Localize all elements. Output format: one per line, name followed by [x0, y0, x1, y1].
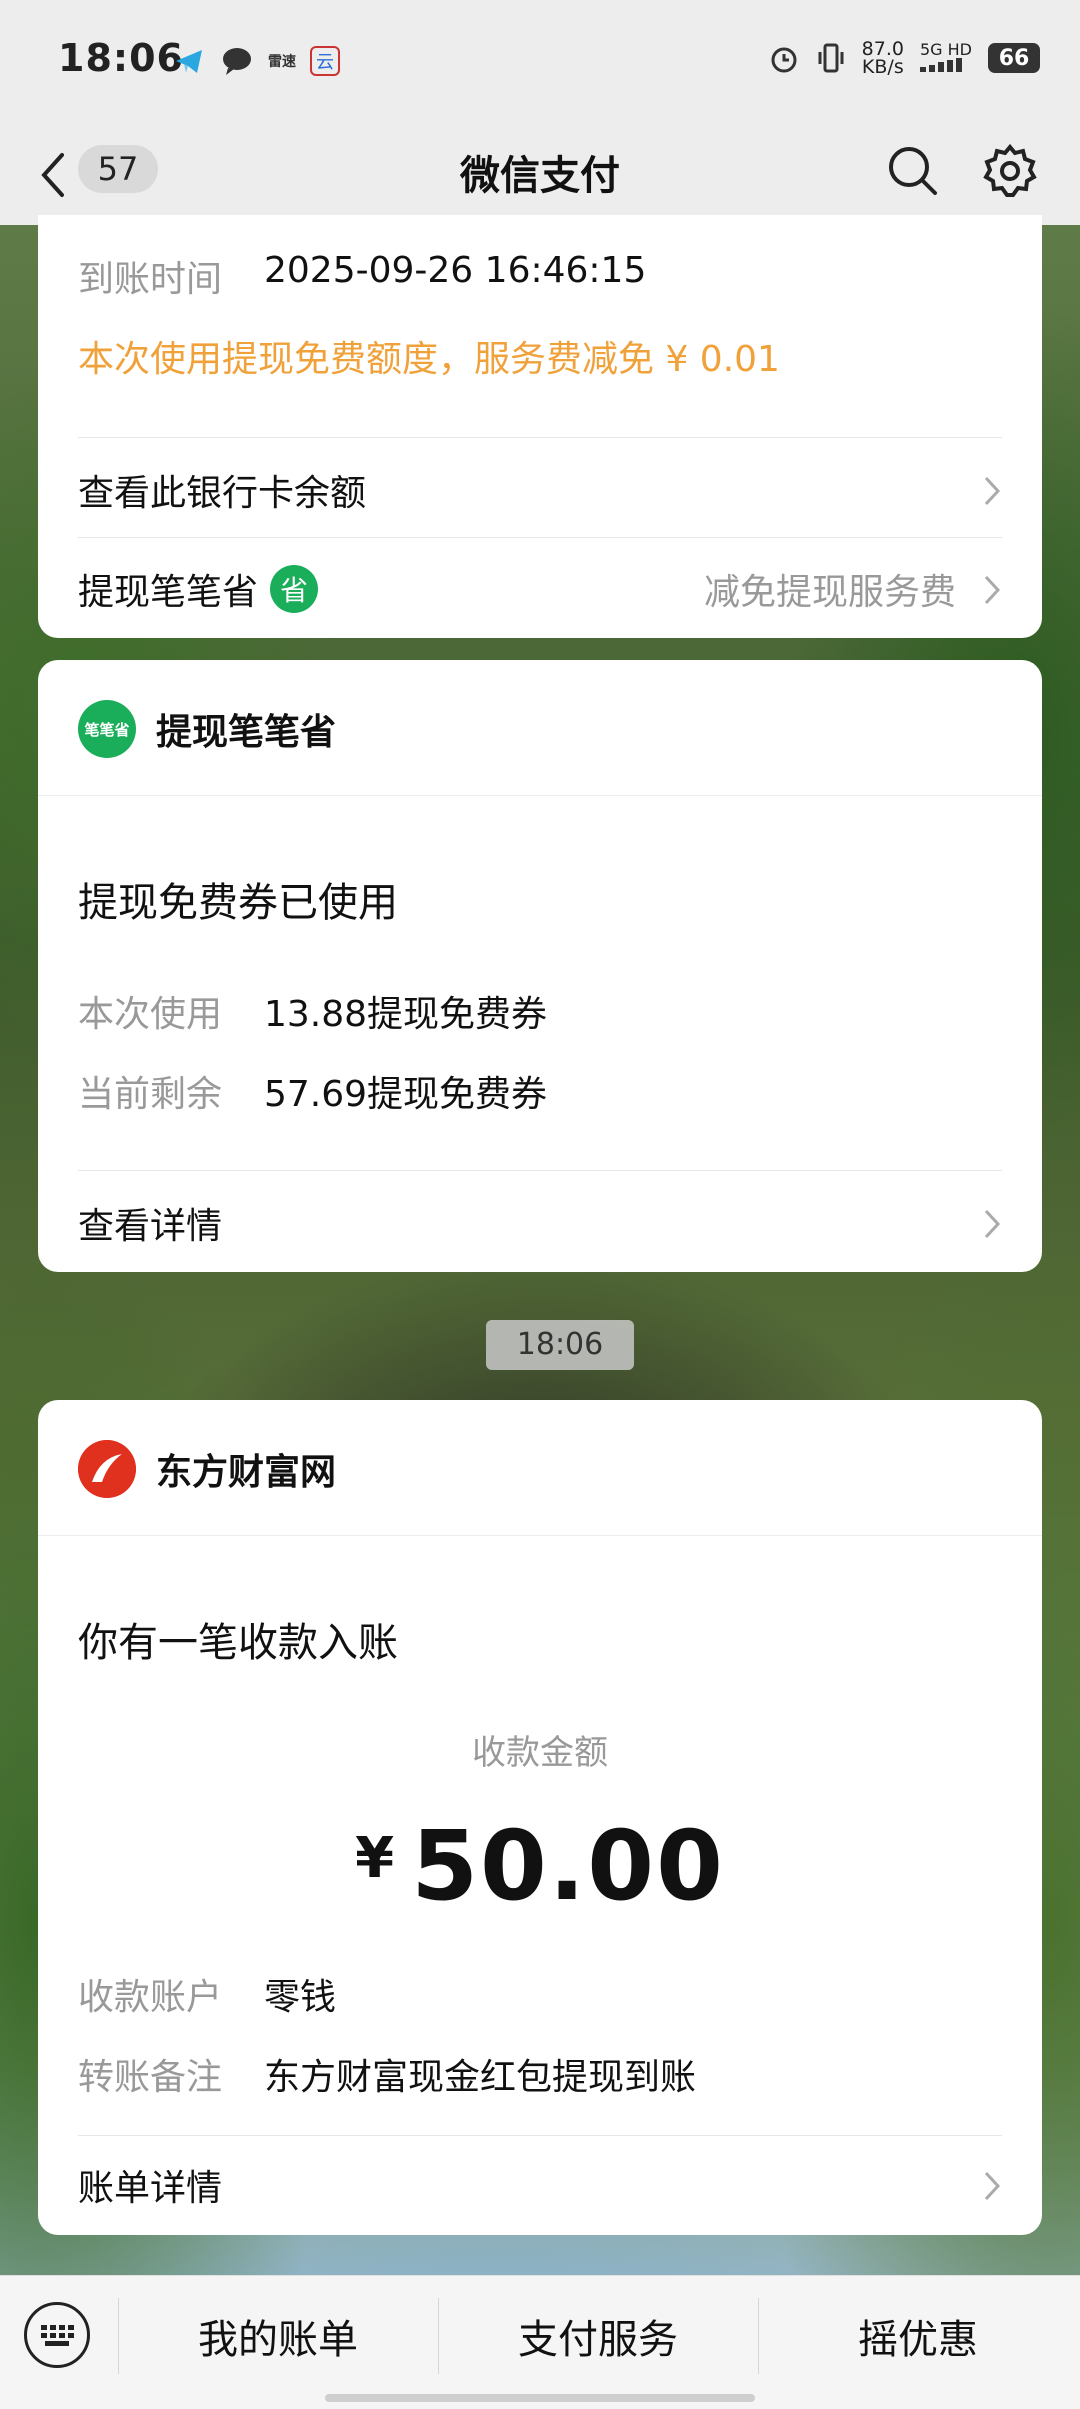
brand-name: 东方财富网	[156, 1452, 337, 1493]
amount-label: 收款金额	[472, 1733, 608, 1773]
amount-display: ¥ 50.00	[38, 1810, 1042, 1922]
status-time: 18:06	[58, 36, 184, 80]
signal-bars-icon	[919, 57, 962, 72]
keyboard-toggle-icon[interactable]	[24, 2302, 90, 2368]
card-header: 东方财富网	[78, 1440, 336, 1498]
navigation-bar: 57 微信支付	[0, 125, 1080, 225]
bottom-menu-bar: 我的账单 支付服务 摇优惠	[0, 2275, 1080, 2409]
withdrawal-result-card: 到账时间 2025-09-26 16:46:15 本次使用提现免费额度，服务费减…	[38, 215, 1042, 638]
account-row: 收款账户 零钱	[78, 1977, 337, 2018]
card-headline: 提现免费券已使用	[78, 880, 398, 926]
home-indicator[interactable]	[325, 2394, 755, 2402]
memo-row: 转账备注 东方财富现金红包提现到账	[78, 2057, 697, 2098]
saver-badge-icon: 省	[270, 565, 319, 613]
gear-icon[interactable]	[980, 141, 1040, 201]
menu-shake-offers[interactable]: 摇优惠	[758, 2276, 1078, 2396]
alarm-icon	[771, 47, 797, 73]
saver-row[interactable]: 提现笔笔省 省 减免提现服务费	[78, 559, 1002, 619]
keyboard-icon	[41, 2325, 74, 2346]
bank-balance-link[interactable]: 查看此银行卡余额	[78, 460, 1002, 520]
amount-value: 50.00	[411, 1810, 725, 1922]
saver-logo-icon: 笔笔省	[78, 700, 136, 758]
eastmoney-logo-icon	[78, 1440, 136, 1498]
chevron-right-icon	[984, 2171, 1001, 2201]
bill-details-link[interactable]: 账单详情	[78, 2155, 1002, 2215]
brand-name: 提现笔笔省	[156, 712, 337, 753]
divider	[78, 437, 1002, 438]
leisu-app-icon: 雷速	[268, 54, 296, 70]
chat-bubble-icon	[223, 48, 251, 75]
card-header: 笔笔省 提现笔笔省	[78, 700, 336, 758]
chevron-right-icon	[984, 1209, 1001, 1239]
cloud-app-icon: 云	[310, 46, 340, 76]
divider	[78, 2135, 1002, 2136]
fee-waiver-notice: 本次使用提现免费额度，服务费减免 ¥ 0.01	[78, 339, 780, 380]
telegram-icon	[176, 50, 202, 73]
notification-icons: 雷速 云	[172, 44, 340, 78]
arrival-time-row: 到账时间 2025-09-26 16:46:15	[78, 250, 647, 300]
menu-payment-services[interactable]: 支付服务	[438, 2276, 758, 2396]
free-coupon-card: 笔笔省 提现笔笔省 提现免费券已使用 本次使用 13.88提现免费券 当前剩余 …	[38, 660, 1042, 1272]
divider	[38, 795, 1042, 796]
payment-received-card: 东方财富网 你有一笔收款入账 收款金额 ¥ 50.00 收款账户 零钱 转账备注…	[38, 1400, 1042, 2235]
divider	[78, 1170, 1002, 1171]
signal-indicator: 5G HD	[919, 41, 972, 75]
currency-symbol: ¥	[355, 1826, 395, 1891]
chat-timestamp: 18:06	[486, 1320, 634, 1370]
battery-indicator: 66	[988, 43, 1040, 73]
used-row: 本次使用 13.88提现免费券	[78, 994, 548, 1035]
divider	[78, 537, 1002, 538]
vibrate-icon	[818, 43, 844, 73]
divider	[38, 1535, 1042, 1536]
view-details-link[interactable]: 查看详情	[78, 1193, 1002, 1253]
card-headline: 你有一笔收款入账	[78, 1620, 398, 1666]
network-speed: 87.0 KB/s	[861, 38, 904, 78]
menu-my-bills[interactable]: 我的账单	[118, 2276, 438, 2396]
status-bar: 18:06 雷速 云 87.0 KB/s 5G HD 66	[0, 0, 1080, 125]
chevron-right-icon	[984, 476, 1001, 506]
search-icon[interactable]	[885, 143, 941, 199]
chevron-right-icon	[984, 575, 1001, 605]
remaining-row: 当前剩余 57.69提现免费券	[78, 1074, 548, 1115]
